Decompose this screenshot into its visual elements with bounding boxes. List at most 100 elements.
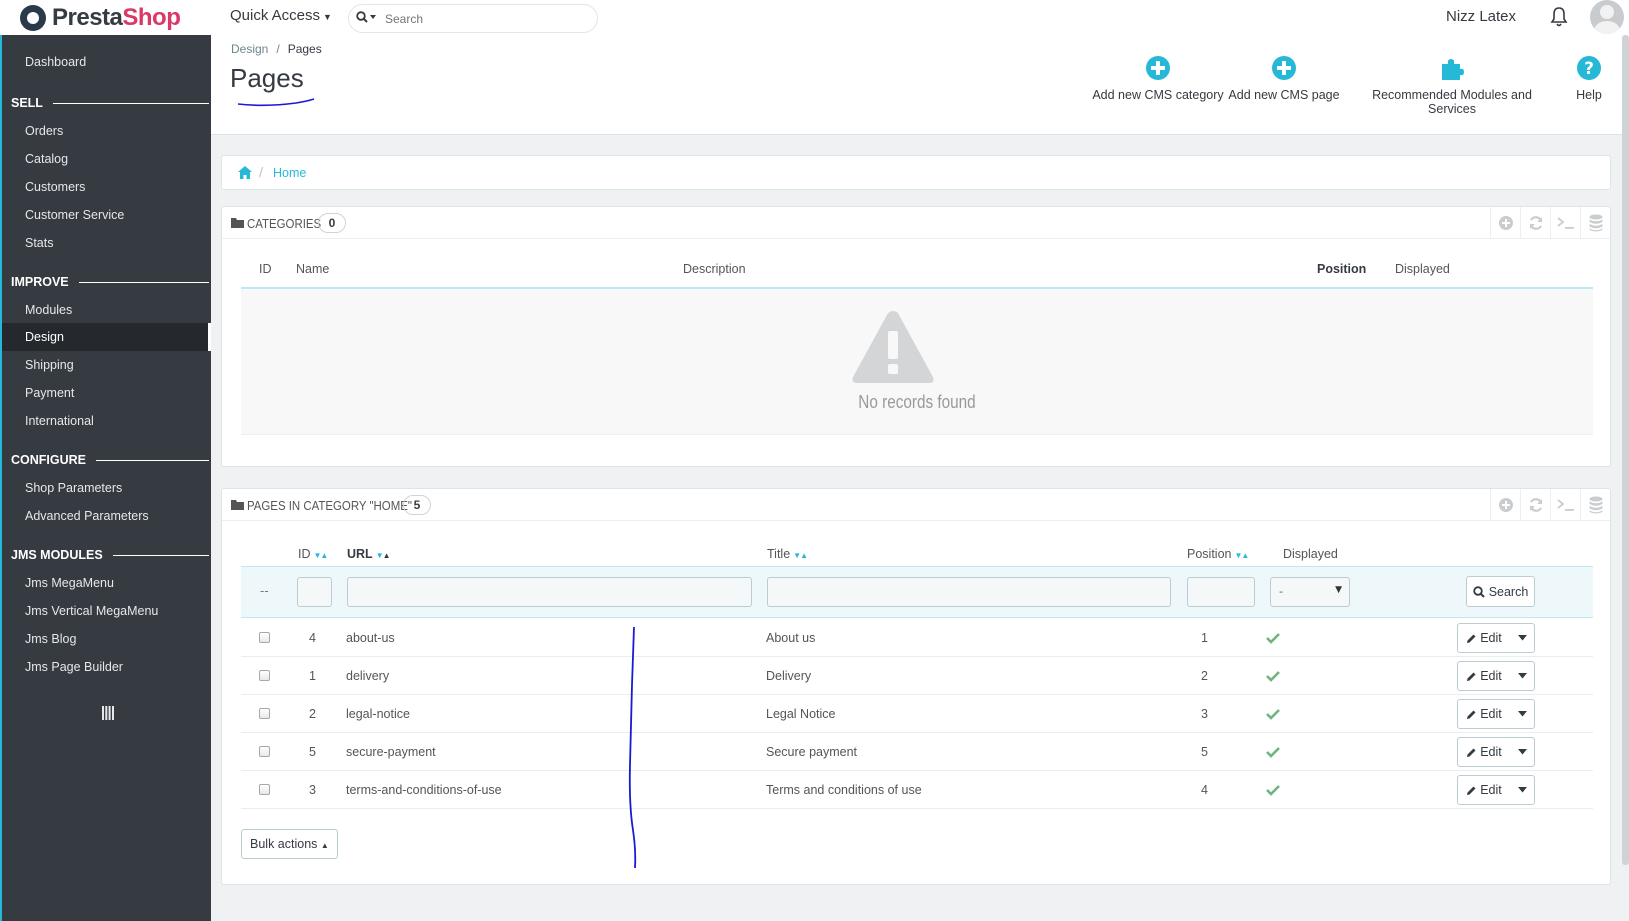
- displayed-check-icon[interactable]: [1266, 670, 1280, 682]
- edit-button[interactable]: Edit: [1458, 662, 1510, 690]
- quick-access-label: Quick Access: [230, 7, 321, 24]
- add-cms-category-button[interactable]: Add new CMS category: [1088, 55, 1228, 102]
- home-icon[interactable]: [238, 166, 252, 179]
- row-actions: Edit: [1457, 699, 1535, 729]
- sidebar-item-stats[interactable]: Stats: [2, 229, 211, 257]
- sidebar-item-jms-megamenu[interactable]: Jms MegaMenu: [2, 569, 211, 597]
- row-actions: Edit: [1457, 775, 1535, 805]
- pencil-icon: [1467, 748, 1476, 757]
- quick-access-menu[interactable]: Quick Access ▼: [230, 7, 332, 24]
- row-checkbox[interactable]: [259, 784, 270, 795]
- row-url: secure-payment: [346, 745, 436, 759]
- sort-arrows-icon: ▼▲: [375, 551, 391, 560]
- row-actions-dropdown[interactable]: [1510, 624, 1534, 652]
- add-cms-page-button[interactable]: Add new CMS page: [1227, 55, 1341, 102]
- prestashop-logo[interactable]: PrestaShop: [20, 2, 181, 34]
- filter-position-input[interactable]: [1187, 577, 1255, 607]
- row-actions-dropdown[interactable]: [1510, 776, 1534, 804]
- breadcrumb-design[interactable]: Design: [231, 42, 268, 56]
- displayed-check-icon[interactable]: [1266, 746, 1280, 758]
- table-row[interactable]: 3 terms-and-conditions-of-use Terms and co…: [241, 772, 1593, 809]
- notifications-bell-icon[interactable]: [1550, 6, 1568, 28]
- recommended-modules-button[interactable]: Recommended Modules and Services: [1347, 55, 1557, 116]
- table-row[interactable]: 5 secure-payment Secure payment 5 Edit: [241, 734, 1593, 771]
- col-id-sortable[interactable]: ID ▼▲: [298, 547, 329, 561]
- sidebar-item-payment[interactable]: Payment: [2, 379, 211, 407]
- sidebar-collapse-icon[interactable]: [102, 706, 114, 720]
- sort-arrows-icon: ▼▲: [313, 551, 329, 560]
- col-position-sortable[interactable]: Position ▼▲: [1187, 547, 1249, 561]
- refresh-icon[interactable]: [1520, 207, 1550, 239]
- sql-query-icon[interactable]: [1550, 489, 1580, 521]
- categories-panel-title: Categories: [247, 216, 322, 231]
- row-position[interactable]: 2: [1201, 669, 1208, 683]
- search-icon: [1472, 585, 1485, 598]
- displayed-check-icon[interactable]: [1266, 784, 1280, 796]
- row-checkbox[interactable]: [259, 632, 270, 643]
- row-position[interactable]: 4: [1201, 783, 1208, 797]
- sidebar-item-customer-service[interactable]: Customer Service: [2, 201, 211, 229]
- filter-search-button[interactable]: Search: [1466, 576, 1535, 607]
- row-id: 1: [309, 669, 316, 683]
- table-row[interactable]: 2 legal-notice Legal Notice 3 Edit: [241, 696, 1593, 733]
- row-actions-dropdown[interactable]: [1510, 700, 1534, 728]
- database-export-icon[interactable]: [1580, 207, 1610, 239]
- displayed-check-icon[interactable]: [1266, 708, 1280, 720]
- col-url-sortable[interactable]: URL ▼▲: [347, 547, 391, 561]
- row-position[interactable]: 3: [1201, 707, 1208, 721]
- svg-text:?: ?: [1584, 59, 1594, 79]
- row-actions-dropdown[interactable]: [1510, 662, 1534, 690]
- row-position[interactable]: 1: [1201, 631, 1208, 645]
- sidebar-item-design[interactable]: Design: [2, 323, 211, 351]
- filter-url-input[interactable]: [347, 577, 752, 607]
- sidebar-item-advanced-parameters[interactable]: Advanced Parameters: [2, 502, 211, 530]
- search-scope-dropdown[interactable]: [349, 10, 385, 27]
- table-row[interactable]: 1 delivery Delivery 2 Edit: [241, 658, 1593, 695]
- search-input[interactable]: [385, 11, 565, 26]
- sidebar-item-orders[interactable]: Orders: [2, 117, 211, 145]
- filter-id-input[interactable]: [297, 577, 332, 607]
- sidebar-item-jms-page-builder[interactable]: Jms Page Builder: [2, 653, 211, 681]
- sidebar-item-modules[interactable]: Modules: [2, 296, 211, 324]
- sql-query-icon[interactable]: [1550, 207, 1580, 239]
- add-new-icon[interactable]: [1490, 207, 1520, 239]
- col-displayed: Displayed: [1395, 262, 1450, 276]
- user-avatar[interactable]: [1590, 0, 1624, 34]
- edit-button[interactable]: Edit: [1458, 624, 1510, 652]
- add-new-icon[interactable]: [1490, 489, 1520, 521]
- filter-displayed-select[interactable]: - ▼: [1270, 577, 1350, 607]
- sidebar-item-shop-parameters[interactable]: Shop Parameters: [2, 474, 211, 502]
- tree-home-link[interactable]: Home: [273, 166, 306, 180]
- displayed-check-icon[interactable]: [1266, 632, 1280, 644]
- sidebar-item-dashboard[interactable]: Dashboard: [2, 48, 211, 76]
- sidebar-item-jms-blog[interactable]: Jms Blog: [2, 625, 211, 653]
- row-url: legal-notice: [346, 707, 410, 721]
- sort-arrows-icon: ▼▲: [1234, 551, 1249, 560]
- row-id: 3: [309, 783, 316, 797]
- sidebar-item-catalog[interactable]: Catalog: [2, 145, 211, 173]
- row-checkbox[interactable]: [259, 670, 270, 681]
- database-export-icon[interactable]: [1580, 489, 1610, 521]
- help-button[interactable]: ? Help: [1569, 55, 1609, 102]
- row-url: terms-and-conditions-of-use: [346, 783, 502, 797]
- col-title-sortable[interactable]: Title ▼▲: [767, 547, 808, 561]
- row-actions-dropdown[interactable]: [1510, 738, 1534, 766]
- category-tree-breadcrumb: / Home: [221, 155, 1611, 190]
- row-checkbox[interactable]: [259, 746, 270, 757]
- edit-button[interactable]: Edit: [1458, 776, 1510, 804]
- row-position[interactable]: 5: [1201, 745, 1208, 759]
- table-row[interactable]: 4 about-us About us 1 Edit: [241, 620, 1593, 657]
- sidebar-item-jms-vertical-megamenu[interactable]: Jms Vertical MegaMenu: [2, 597, 211, 625]
- bulk-actions-button[interactable]: Bulk actions ▲: [241, 829, 338, 859]
- refresh-icon[interactable]: [1520, 489, 1550, 521]
- page-scrollbar[interactable]: [1622, 35, 1629, 865]
- edit-button[interactable]: Edit: [1458, 738, 1510, 766]
- sidebar-item-shipping[interactable]: Shipping: [2, 351, 211, 379]
- caret-down-icon: [1517, 711, 1527, 717]
- row-checkbox[interactable]: [259, 708, 270, 719]
- sidebar-item-international[interactable]: International: [2, 407, 211, 435]
- user-name[interactable]: Nizz Latex: [1446, 8, 1516, 25]
- sidebar-item-customers[interactable]: Customers: [2, 173, 211, 201]
- filter-title-input[interactable]: [767, 577, 1171, 607]
- edit-button[interactable]: Edit: [1458, 700, 1510, 728]
